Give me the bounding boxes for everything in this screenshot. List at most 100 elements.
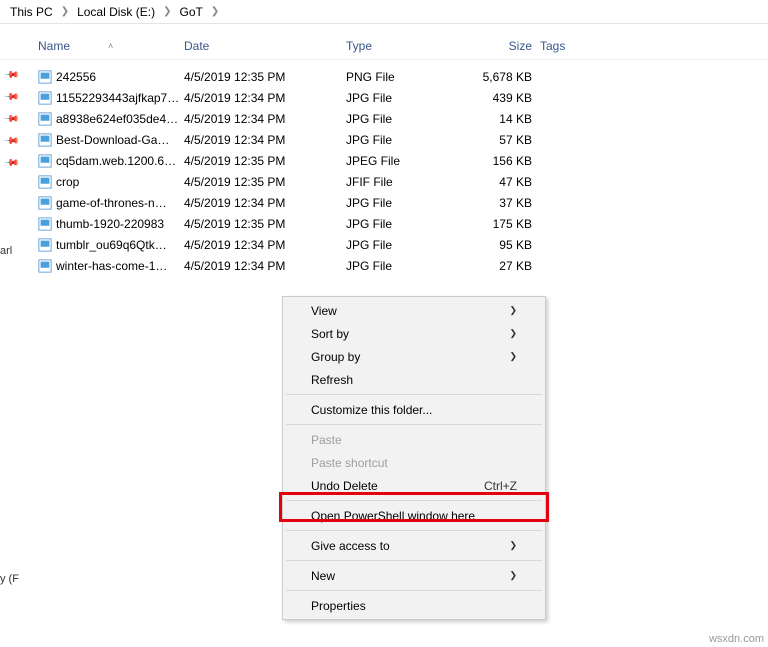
menu-item-refresh[interactable]: Refresh — [285, 368, 543, 391]
file-size: 156 KB — [458, 154, 540, 168]
chevron-right-icon: ❯ — [509, 305, 517, 316]
file-name: 11552293443ajfkap7… — [56, 91, 184, 105]
menu-item-view[interactable]: View ❯ — [285, 299, 543, 322]
chevron-right-icon: ❯ — [159, 6, 175, 17]
sort-ascending-icon: ˄ — [108, 41, 113, 51]
column-header-type[interactable]: Type — [346, 39, 458, 53]
watermark: wsxdn.com — [709, 633, 764, 645]
menu-item-paste: Paste — [285, 428, 543, 451]
column-header-size[interactable]: Size — [458, 39, 540, 53]
image-file-icon — [38, 196, 56, 210]
file-date: 4/5/2019 12:34 PM — [184, 196, 346, 210]
file-type: JPG File — [346, 112, 458, 126]
nav-fragment: y (F — [0, 573, 19, 585]
image-file-icon — [38, 133, 56, 147]
file-row[interactable]: 2425564/5/2019 12:35 PMPNG File5,678 KB — [0, 66, 768, 87]
chevron-right-icon: ❯ — [57, 6, 73, 17]
file-type: JPG File — [346, 91, 458, 105]
file-type: JPG File — [346, 133, 458, 147]
file-name: a8938e624ef035de4… — [56, 112, 184, 126]
chevron-right-icon: ❯ — [207, 6, 223, 17]
file-size: 57 KB — [458, 133, 540, 147]
file-type: PNG File — [346, 70, 458, 84]
file-size: 47 KB — [458, 175, 540, 189]
highlight-annotation — [279, 492, 549, 522]
chevron-right-icon: ❯ — [509, 570, 517, 581]
image-file-icon — [38, 175, 56, 189]
file-date: 4/5/2019 12:34 PM — [184, 91, 346, 105]
file-size: 14 KB — [458, 112, 540, 126]
file-row[interactable]: crop4/5/2019 12:35 PMJFIF File47 KB — [0, 171, 768, 192]
chevron-right-icon: ❯ — [509, 328, 517, 339]
menu-item-customize[interactable]: Customize this folder... — [285, 398, 543, 421]
chevron-right-icon: ❯ — [509, 351, 517, 362]
menu-item-properties[interactable]: Properties — [285, 594, 543, 617]
column-header-tags[interactable]: Tags — [540, 39, 640, 53]
file-row[interactable]: 11552293443ajfkap7…4/5/2019 12:34 PMJPG … — [0, 87, 768, 108]
image-file-icon — [38, 154, 56, 168]
file-date: 4/5/2019 12:34 PM — [184, 259, 346, 273]
menu-separator — [286, 560, 542, 561]
breadcrumb-item-folder[interactable]: GoT — [176, 5, 207, 19]
file-size: 439 KB — [458, 91, 540, 105]
image-file-icon — [38, 259, 56, 273]
file-name: tumblr_ou69q6Qtk… — [56, 238, 184, 252]
file-type: JPEG File — [346, 154, 458, 168]
menu-item-group-by[interactable]: Group by ❯ — [285, 345, 543, 368]
nav-fragment: arl — [0, 245, 12, 257]
file-list: 2425564/5/2019 12:35 PMPNG File5,678 KB1… — [0, 60, 768, 276]
file-type: JPG File — [346, 238, 458, 252]
file-row[interactable]: tumblr_ou69q6Qtk…4/5/2019 12:34 PMJPG Fi… — [0, 234, 768, 255]
file-name: thumb-1920-220983 — [56, 217, 184, 231]
file-row[interactable]: game-of-thrones-n…4/5/2019 12:34 PMJPG F… — [0, 192, 768, 213]
file-date: 4/5/2019 12:35 PM — [184, 70, 346, 84]
file-date: 4/5/2019 12:34 PM — [184, 238, 346, 252]
file-size: 5,678 KB — [458, 70, 540, 84]
image-file-icon — [38, 112, 56, 126]
file-size: 175 KB — [458, 217, 540, 231]
file-size: 27 KB — [458, 259, 540, 273]
menu-item-new[interactable]: New ❯ — [285, 564, 543, 587]
column-header-date[interactable]: Date — [184, 39, 346, 53]
file-row[interactable]: Best-Download-Ga…4/5/2019 12:34 PMJPG Fi… — [0, 129, 768, 150]
chevron-right-icon: ❯ — [509, 540, 517, 551]
file-name: Best-Download-Ga… — [56, 133, 184, 147]
image-file-icon — [38, 238, 56, 252]
file-name: game-of-thrones-n… — [56, 196, 184, 210]
menu-separator — [286, 394, 542, 395]
file-type: JPG File — [346, 259, 458, 273]
menu-item-sort-by[interactable]: Sort by ❯ — [285, 322, 543, 345]
file-name: cq5dam.web.1200.6… — [56, 154, 184, 168]
image-file-icon — [38, 70, 56, 84]
file-name: 242556 — [56, 70, 184, 84]
column-header-name[interactable]: Name ˄ — [38, 39, 184, 53]
image-file-icon — [38, 217, 56, 231]
context-menu: View ❯ Sort by ❯ Group by ❯ Refresh Cust… — [282, 296, 546, 620]
file-row[interactable]: thumb-1920-2209834/5/2019 12:35 PMJPG Fi… — [0, 213, 768, 234]
file-size: 37 KB — [458, 196, 540, 210]
file-row[interactable]: cq5dam.web.1200.6…4/5/2019 12:35 PMJPEG … — [0, 150, 768, 171]
file-type: JPG File — [346, 217, 458, 231]
breadcrumb-item-drive[interactable]: Local Disk (E:) — [73, 5, 159, 19]
column-headers: Name ˄ Date Type Size Tags — [0, 32, 768, 60]
shortcut-label: Ctrl+Z — [484, 479, 517, 493]
file-date: 4/5/2019 12:35 PM — [184, 154, 346, 168]
breadcrumb[interactable]: This PC ❯ Local Disk (E:) ❯ GoT ❯ — [0, 0, 768, 24]
file-date: 4/5/2019 12:35 PM — [184, 217, 346, 231]
file-size: 95 KB — [458, 238, 540, 252]
file-name: winter-has-come-1… — [56, 259, 184, 273]
file-date: 4/5/2019 12:34 PM — [184, 112, 346, 126]
image-file-icon — [38, 91, 56, 105]
file-name: crop — [56, 175, 184, 189]
menu-separator — [286, 590, 542, 591]
menu-item-paste-shortcut: Paste shortcut — [285, 451, 543, 474]
menu-item-give-access[interactable]: Give access to ❯ — [285, 534, 543, 557]
breadcrumb-item-root[interactable]: This PC — [6, 5, 57, 19]
file-type: JPG File — [346, 196, 458, 210]
file-row[interactable]: winter-has-come-1…4/5/2019 12:34 PMJPG F… — [0, 255, 768, 276]
menu-separator — [286, 530, 542, 531]
file-type: JFIF File — [346, 175, 458, 189]
file-row[interactable]: a8938e624ef035de4…4/5/2019 12:34 PMJPG F… — [0, 108, 768, 129]
file-date: 4/5/2019 12:34 PM — [184, 133, 346, 147]
file-date: 4/5/2019 12:35 PM — [184, 175, 346, 189]
